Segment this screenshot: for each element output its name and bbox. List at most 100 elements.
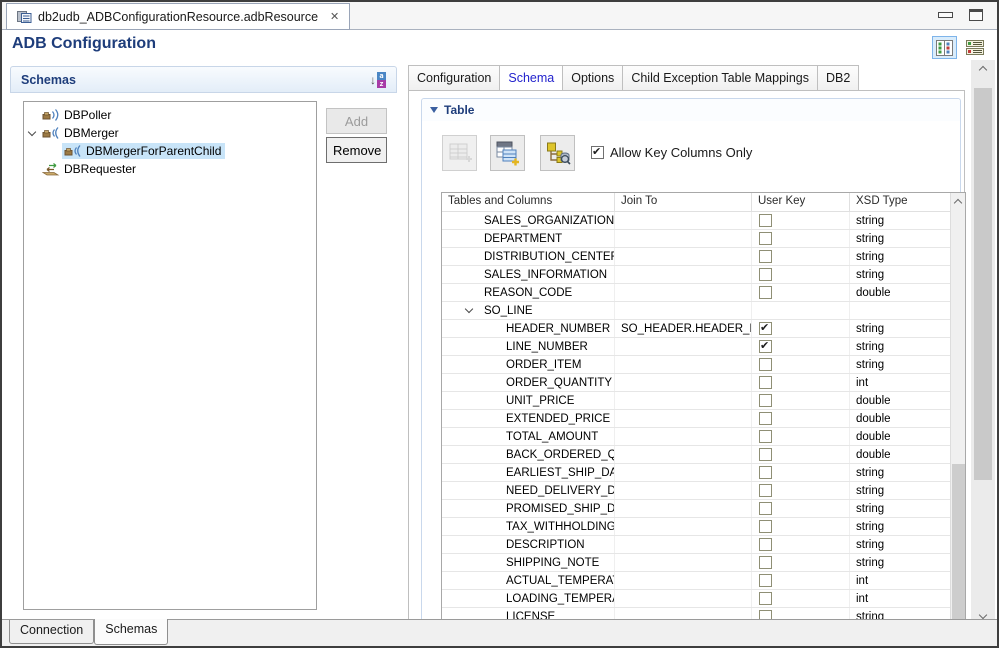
cell-xsd-type[interactable]: string [850,338,950,355]
cell-join-to[interactable] [615,230,752,247]
cell-xsd-type[interactable]: double [850,392,950,409]
user-key-checkbox[interactable] [759,232,772,245]
table-row[interactable]: EARLIEST_SHIP_DATEstring [442,464,950,482]
table-row[interactable]: REASON_CODEdouble [442,284,950,302]
cell-join-to[interactable] [615,554,752,571]
cell-xsd-type[interactable]: int [850,572,950,589]
table-row[interactable]: TAX_WITHHOLDING_EXstring [442,518,950,536]
cell-join-to[interactable] [615,536,752,553]
cell-xsd-type[interactable]: string [850,356,950,373]
cell-xsd-type[interactable]: string [850,500,950,517]
table-row[interactable]: NEED_DELIVERY_DATEstring [442,482,950,500]
user-key-checkbox[interactable] [759,556,772,569]
user-key-checkbox[interactable] [759,268,772,281]
alphabetical-sort-icon[interactable]: ↓ az [370,72,386,88]
cell-xsd-type[interactable]: string [850,464,950,481]
cell-xsd-type[interactable]: string [850,320,950,337]
user-key-checkbox[interactable] [759,430,772,443]
tree-item-dbpoller[interactable]: DBPoller [24,106,316,124]
table-row[interactable]: BACK_ORDERED_QUANTdouble [442,446,950,464]
cell-xsd-type[interactable] [850,302,950,319]
column-header-xsd-type[interactable]: XSD Type [850,193,950,212]
cell-xsd-type[interactable]: string [850,266,950,283]
tree-item-dbmerger[interactable]: DBMerger [24,124,316,142]
fetch-schema-button[interactable] [540,135,575,171]
cell-xsd-type[interactable]: string [850,518,950,535]
cell-join-to[interactable] [615,572,752,589]
table-row[interactable]: SALES_ORGANIZATIONstring [442,212,950,230]
cell-join-to[interactable] [615,410,752,427]
close-icon[interactable]: ✕ [330,10,339,23]
table-row[interactable]: ORDER_QUANTITYint [442,374,950,392]
cell-join-to[interactable] [615,248,752,265]
user-key-checkbox[interactable] [759,520,772,533]
user-key-checkbox[interactable] [759,376,772,389]
tree-item-dbmergerforparentchild[interactable]: DBMergerForParentChild [24,142,316,160]
form-scrollbar-thumb[interactable] [974,88,992,480]
scroll-up-icon[interactable] [971,61,995,76]
columns-layout-toggle[interactable] [932,36,957,59]
table-row[interactable]: ACTUAL_TEMPERATUREint [442,572,950,590]
cell-join-to[interactable] [615,464,752,481]
cell-xsd-type[interactable]: string [850,248,950,265]
user-key-checkbox[interactable] [759,592,772,605]
tab-options[interactable]: Options [563,65,623,91]
cell-join-to[interactable] [615,428,752,445]
table-row[interactable]: HEADER_NUMBERSO_HEADER.HEADER_NU...strin… [442,320,950,338]
user-key-checkbox[interactable] [759,322,772,335]
cell-xsd-type[interactable]: int [850,374,950,391]
table-row[interactable]: LOADING_TEMPERATURint [442,590,950,608]
cell-xsd-type[interactable]: string [850,212,950,229]
table-row[interactable]: EXTENDED_PRICEdouble [442,410,950,428]
chevron-down-icon[interactable] [24,132,40,135]
remove-button[interactable]: Remove [326,137,387,163]
tab-db2[interactable]: DB2 [818,65,859,91]
user-key-checkbox[interactable] [759,448,772,461]
minimize-icon[interactable] [938,12,953,18]
scroll-up-icon[interactable] [951,194,965,209]
form-vertical-scrollbar[interactable] [971,60,995,625]
cell-join-to[interactable] [615,266,752,283]
cell-xsd-type[interactable]: string [850,536,950,553]
cell-xsd-type[interactable]: double [850,410,950,427]
cell-join-to[interactable] [615,392,752,409]
cell-join-to[interactable]: SO_HEADER.HEADER_NU... [615,320,752,337]
table-row[interactable]: ORDER_ITEMstring [442,356,950,374]
cell-xsd-type[interactable]: double [850,446,950,463]
user-key-checkbox[interactable] [759,466,772,479]
editor-tab[interactable]: db2udb_ADBConfigurationResource.adbResou… [6,3,350,30]
cell-xsd-type[interactable]: int [850,590,950,607]
cell-xsd-type[interactable]: string [850,554,950,571]
cell-join-to[interactable] [615,446,752,463]
cell-join-to[interactable] [615,374,752,391]
cell-xsd-type[interactable]: string [850,230,950,247]
user-key-checkbox[interactable] [759,340,772,353]
table-row[interactable]: SHIPPING_NOTEstring [442,554,950,572]
cell-join-to[interactable] [615,356,752,373]
table-row[interactable]: TOTAL_AMOUNTdouble [442,428,950,446]
rows-layout-toggle[interactable] [962,36,987,59]
table-row[interactable]: PROMISED_SHIP_DATEstring [442,500,950,518]
table-section-header[interactable]: Table [422,99,960,121]
table-row[interactable]: DEPARTMENTstring [442,230,950,248]
allow-key-columns-checkbox[interactable] [591,146,604,159]
add-button[interactable]: Add [326,108,387,134]
cell-join-to[interactable] [615,338,752,355]
bottom-tab-connection[interactable]: Connection [9,620,94,644]
user-key-checkbox[interactable] [759,286,772,299]
user-key-checkbox[interactable] [759,574,772,587]
cell-join-to[interactable] [615,284,752,301]
table-row[interactable]: DISTRIBUTION_CENTERstring [442,248,950,266]
column-header-user-key[interactable]: User Key [752,193,850,212]
add-child-table-button[interactable] [490,135,525,171]
cell-xsd-type[interactable]: double [850,428,950,445]
cell-join-to[interactable] [615,500,752,517]
user-key-checkbox[interactable] [759,394,772,407]
cell-xsd-type[interactable]: string [850,482,950,499]
table-row[interactable]: UNIT_PRICEdouble [442,392,950,410]
column-header-tables-and-columns[interactable]: Tables and Columns [442,193,615,212]
tab-child-exception-table-mappings[interactable]: Child Exception Table Mappings [623,65,818,91]
tree-item-dbrequester[interactable]: DBRequester [24,160,316,178]
user-key-checkbox[interactable] [759,502,772,515]
add-table-button[interactable] [442,135,477,171]
